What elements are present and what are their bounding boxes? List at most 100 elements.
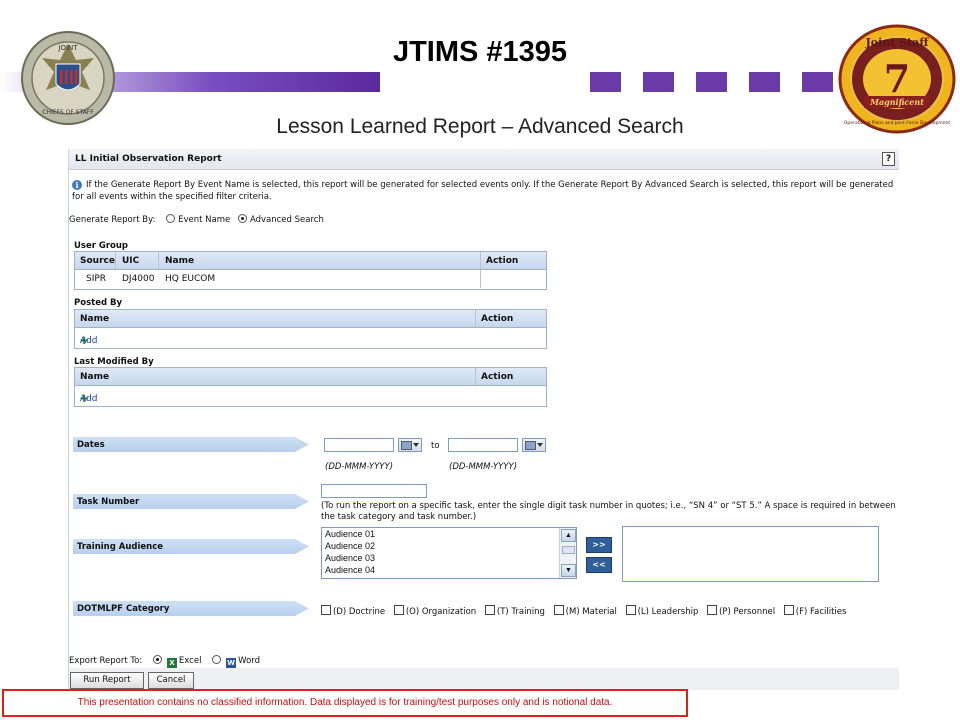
dotmlpf-options: (D) Doctrine (O) Organization (T) Traini… — [321, 605, 852, 617]
training-audience-section-label: Training Audience — [73, 539, 309, 554]
bar-square — [749, 72, 780, 92]
radio-event-name[interactable] — [166, 214, 176, 223]
info-icon: i — [72, 180, 82, 190]
list-item[interactable]: Audience 02 — [322, 540, 576, 552]
cell-uic: DJ4000 — [122, 274, 155, 284]
task-number-input[interactable] — [321, 484, 427, 498]
checkbox[interactable] — [393, 605, 404, 615]
dotmlpf-option[interactable]: (P) Personnel — [707, 605, 775, 617]
dotmlpf-section-label: DOTMLPF Category — [73, 601, 309, 616]
date-from-input[interactable] — [324, 438, 394, 452]
checkbox[interactable] — [707, 605, 718, 615]
scroll-thumb[interactable] — [562, 546, 575, 554]
checkbox[interactable] — [783, 605, 794, 615]
list-item[interactable]: Audience 04 — [322, 564, 576, 576]
add-label: Add — [80, 394, 98, 404]
audience-available-list[interactable]: Audience 01 Audience 02 Audience 03 Audi… — [321, 527, 577, 579]
list-scrollbar[interactable]: ▲ ▼ — [559, 528, 576, 578]
decorative-bar-strip — [0, 72, 960, 92]
checkbox[interactable] — [553, 605, 564, 615]
word-icon: W — [226, 658, 237, 668]
training-audience-label: Training Audience — [77, 542, 164, 552]
checkbox[interactable] — [321, 605, 331, 615]
user-group-table: Source UIC Name Action SIPR DJ4000 HQ EU… — [74, 251, 547, 290]
date-to-input[interactable] — [448, 438, 518, 452]
table-header: Name Action — [75, 368, 546, 386]
date-from-calendar-button[interactable] — [398, 438, 422, 452]
checkbox-label: (T) Training — [496, 607, 545, 617]
run-report-button[interactable]: Run Report — [70, 672, 144, 689]
add-audience-button[interactable]: >> — [586, 537, 612, 553]
col-action: Action — [481, 372, 514, 382]
cell-source: SIPR — [86, 274, 107, 284]
excel-icon: X — [166, 658, 177, 668]
task-number-label: Task Number — [77, 497, 140, 507]
audience-selected-list[interactable] — [622, 526, 879, 582]
calendar-icon — [401, 441, 412, 450]
generate-by-row: Generate Report By: Event Name Advanced … — [69, 214, 324, 225]
table-header: Name Action — [75, 310, 546, 328]
list-item[interactable]: Audience 03 — [322, 552, 576, 564]
table-header: Source UIC Name Action — [75, 252, 546, 270]
info-text: If the Generate Report By Event Name is … — [72, 180, 894, 202]
checkbox-label: (F) Facilities — [795, 607, 847, 617]
posted-by-table: Name Action ✚ Add — [74, 309, 547, 349]
checkbox[interactable] — [484, 605, 495, 615]
list-item[interactable]: Audience 01 — [322, 528, 576, 540]
dotmlpf-option[interactable]: (T) Training — [484, 605, 545, 617]
date-from-format-hint: (DD-MMM-YYYY) — [325, 462, 394, 472]
col-name: Name — [80, 314, 110, 324]
bar-square — [802, 72, 833, 92]
cancel-button[interactable]: Cancel — [148, 672, 194, 689]
dotmlpf-option[interactable]: (O) Organization — [393, 605, 476, 617]
col-action: Action — [486, 256, 519, 266]
scroll-down-icon[interactable]: ▼ — [561, 564, 576, 577]
radio-advanced-search-label: Advanced Search — [249, 215, 324, 225]
remove-audience-button[interactable]: << — [586, 557, 612, 573]
slide-title: JTIMS #1395 — [392, 36, 568, 68]
calendar-icon — [525, 441, 536, 450]
dotmlpf-option[interactable]: (M) Material — [553, 605, 617, 617]
radio-advanced-search[interactable] — [237, 214, 247, 223]
bar-square — [643, 72, 674, 92]
dotmlpf-option[interactable]: (D) Doctrine — [321, 605, 385, 617]
chevron-down-icon — [537, 443, 543, 447]
col-uic: UIC — [122, 256, 140, 266]
disclaimer-banner: This presentation contains no classified… — [2, 689, 688, 717]
table-row: ✚ Add — [75, 328, 546, 347]
help-icon[interactable]: ? — [882, 152, 895, 166]
add-label: Add — [80, 336, 98, 346]
col-name: Name — [165, 256, 195, 266]
dotmlpf-option[interactable]: (L) Leadership — [625, 605, 699, 617]
user-group-label: User Group — [74, 241, 129, 251]
generate-by-label: Generate Report By: — [69, 215, 156, 225]
checkbox-label: (L) Leadership — [637, 607, 699, 617]
info-message: i If the Generate Report By Event Name is… — [72, 179, 896, 203]
date-to-format-hint: (DD-MMM-YYYY) — [449, 462, 518, 472]
scroll-up-icon[interactable]: ▲ — [561, 529, 576, 542]
chevron-down-icon — [413, 443, 419, 447]
logo-banner: Magnificent — [869, 97, 924, 107]
last-modified-by-label: Last Modified By — [74, 357, 154, 367]
radio-event-name-label: Event Name — [178, 215, 231, 225]
panel-title: LL Initial Observation Report — [75, 154, 222, 164]
date-to-calendar-button[interactable] — [522, 438, 546, 452]
bar-square — [696, 72, 727, 92]
ll-report-panel: LL Initial Observation Report ? i If the … — [68, 149, 899, 690]
col-source: Source — [80, 256, 115, 266]
checkbox-label: (M) Material — [565, 607, 617, 617]
dotmlpf-option[interactable]: (F) Facilities — [783, 605, 847, 617]
table-row: ✚ Add — [75, 386, 546, 405]
radio-export-word[interactable] — [212, 655, 222, 664]
export-word-label: Word — [238, 656, 261, 666]
last-modified-by-table: Name Action ✚ Add — [74, 367, 547, 407]
checkbox[interactable] — [625, 605, 636, 615]
task-number-hint: (To run the report on a specific task, e… — [321, 501, 896, 522]
dotmlpf-label: DOTMLPF Category — [77, 604, 170, 614]
slide-subtitle: Lesson Learned Report – Advanced Search — [276, 115, 684, 138]
table-row: SIPR DJ4000 HQ EUCOM — [75, 270, 546, 288]
radio-export-excel[interactable] — [152, 655, 162, 664]
bar-square — [590, 72, 621, 92]
dates-label: Dates — [77, 440, 105, 450]
col-name: Name — [80, 372, 110, 382]
